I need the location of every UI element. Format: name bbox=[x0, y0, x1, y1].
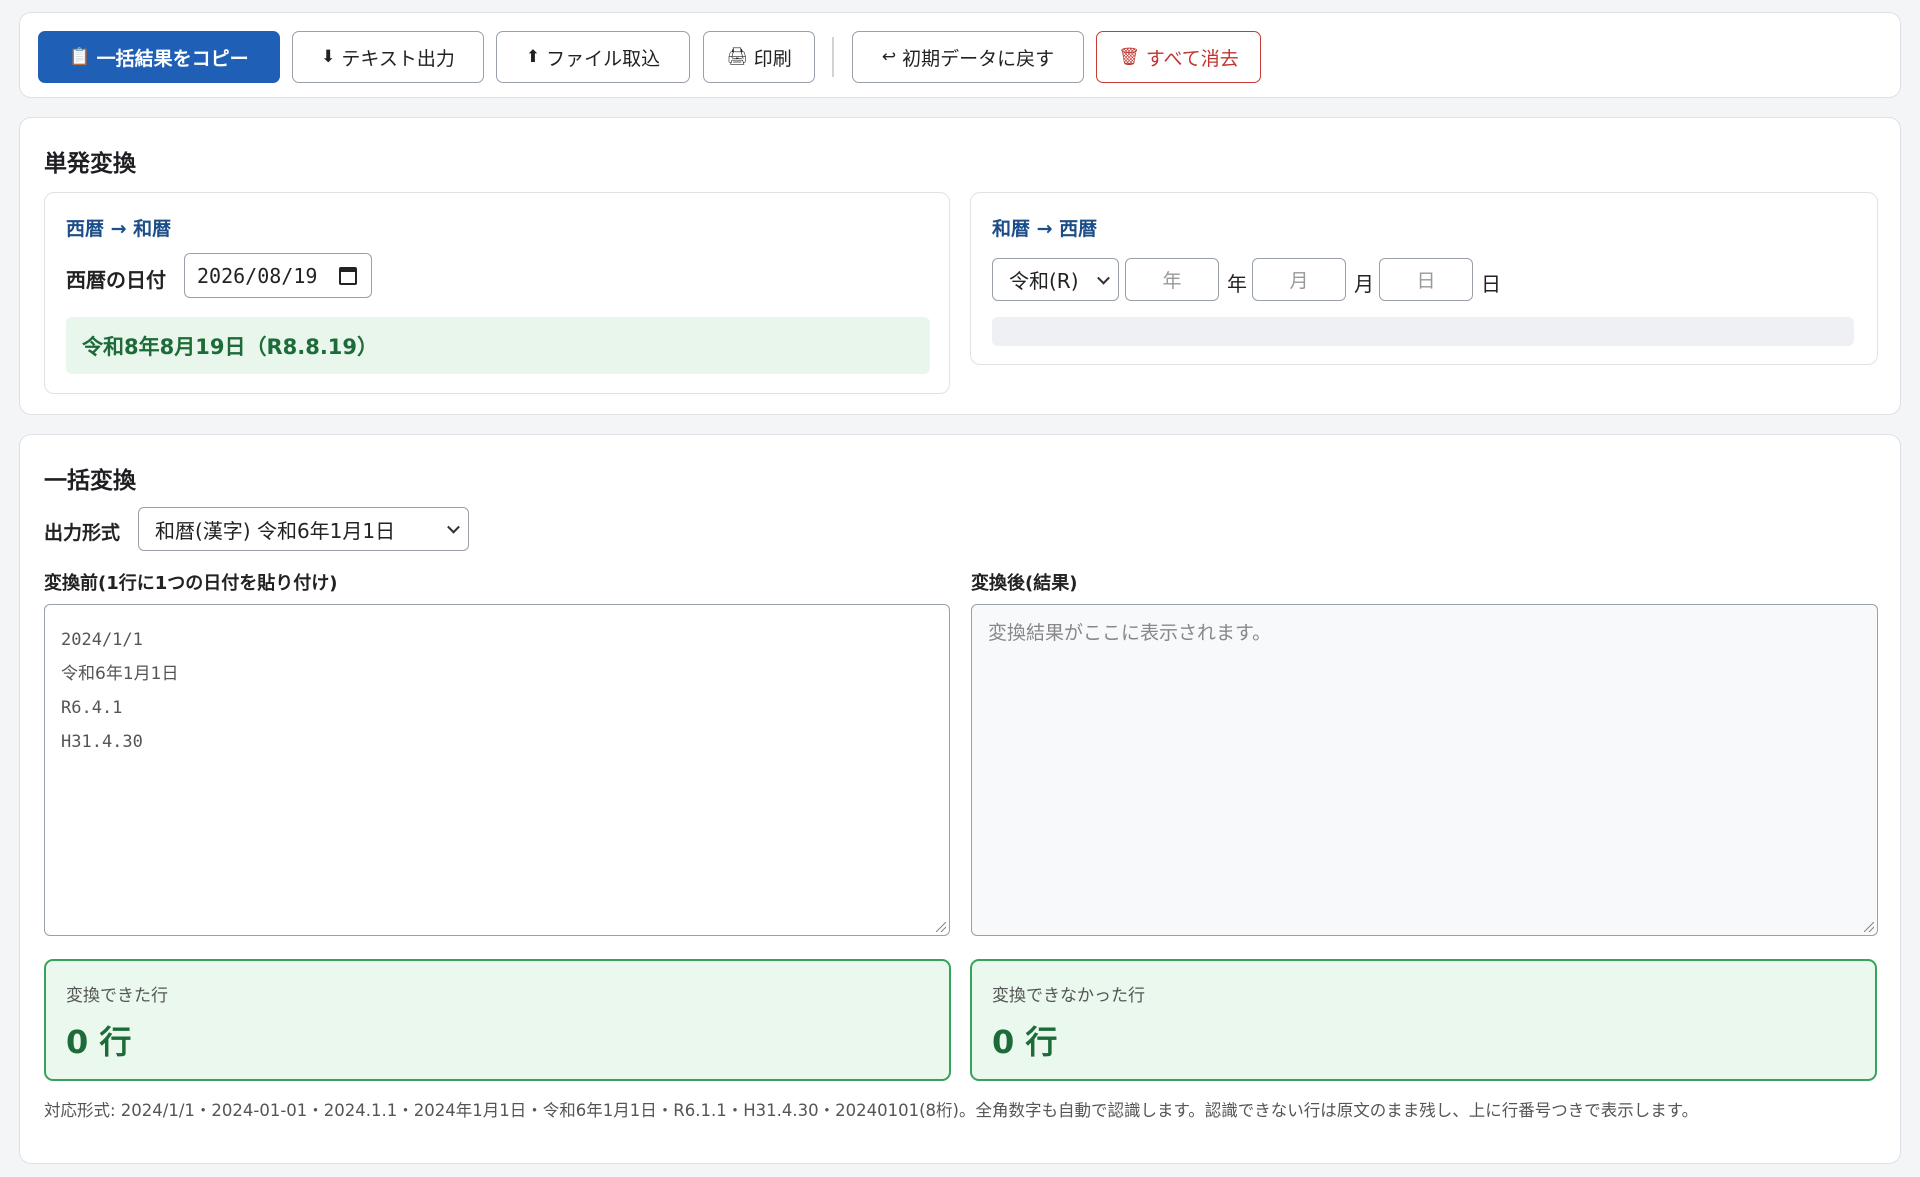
toolbar: 📋 一括結果をコピー ⬇ テキスト出力 ⬆ ファイル取込 🖨 印刷 ↩ 初期デー… bbox=[19, 12, 1901, 98]
year-unit: 年 bbox=[1227, 272, 1247, 296]
input-textarea[interactable]: 2024/1/1 令和6年1月1日 R6.4.1 H31.4.30 bbox=[44, 604, 950, 936]
text-export-label: テキスト出力 bbox=[341, 47, 455, 70]
wareki-to-seireki-title: 和暦 → 西暦 bbox=[992, 218, 1098, 240]
download-arrow-icon: ⬇ bbox=[321, 47, 336, 67]
converted-rows-stat: 変換できた行 0 行 bbox=[44, 959, 951, 1081]
print-button[interactable]: 🖨 印刷 bbox=[703, 31, 815, 83]
batch-conversion-title: 一括変換 bbox=[44, 468, 136, 494]
wareki-to-seireki-card: 和暦 → 西暦 令和(R) 年 年 月 月 日 日 bbox=[970, 192, 1878, 365]
file-import-button[interactable]: ⬆ ファイル取込 bbox=[496, 31, 690, 83]
batch-conversion-panel: 一括変換 出力形式 和暦(漢字) 令和6年1月1日 変換前(1行に1つの日付を貼… bbox=[19, 434, 1901, 1164]
day-unit: 日 bbox=[1481, 272, 1501, 296]
input-line: H31.4.30 bbox=[61, 732, 143, 752]
input-area-label: 変換前(1行に1つの日付を貼り付け) bbox=[44, 573, 338, 594]
clear-all-button[interactable]: 🗑 すべて消去 bbox=[1096, 31, 1261, 83]
single-conversion-panel: 単発変換 西暦 → 和暦 西暦の日付 2026/08/19 令和8年8月19日（… bbox=[19, 117, 1901, 415]
seireki-date-input[interactable]: 2026/08/19 bbox=[184, 253, 372, 298]
output-area-label: 変換後(結果) bbox=[971, 573, 1078, 594]
supported-formats-note: 対応形式: 2024/1/1・2024-01-01・2024.1.1・2024年… bbox=[44, 1101, 1699, 1120]
copy-all-results-button[interactable]: 📋 一括結果をコピー bbox=[38, 31, 280, 83]
failed-rows-count: 0 行 bbox=[992, 1023, 1058, 1061]
print-label: 印刷 bbox=[753, 47, 792, 70]
resize-handle[interactable] bbox=[936, 922, 946, 932]
copy-all-results-label: 一括結果をコピー bbox=[96, 47, 249, 70]
year-input[interactable]: 年 bbox=[1125, 258, 1219, 301]
clear-all-label: すべて消去 bbox=[1145, 47, 1239, 70]
trash-icon: 🗑 bbox=[1118, 47, 1140, 67]
chevron-down-icon bbox=[1097, 271, 1110, 285]
converted-rows-label: 変換できた行 bbox=[66, 986, 168, 1006]
seireki-to-wareki-title: 西暦 → 和暦 bbox=[66, 218, 172, 240]
input-line: R6.4.1 bbox=[61, 698, 123, 718]
toolbar-divider bbox=[832, 37, 834, 77]
input-line: 令和6年1月1日 bbox=[61, 664, 179, 684]
text-export-button[interactable]: ⬇ テキスト出力 bbox=[292, 31, 484, 83]
month-input[interactable]: 月 bbox=[1252, 258, 1346, 301]
input-line: 2024/1/1 bbox=[61, 630, 143, 650]
seireki-to-wareki-card: 西暦 → 和暦 西暦の日付 2026/08/19 令和8年8月19日（R8.8.… bbox=[44, 192, 950, 394]
seireki-date-label: 西暦の日付 bbox=[66, 268, 166, 292]
seireki-date-value: 2026/08/19 bbox=[197, 263, 318, 288]
reset-data-label: 初期データに戻す bbox=[902, 47, 1055, 70]
reset-data-button[interactable]: ↩ 初期データに戻す bbox=[852, 31, 1084, 83]
output-format-value: 和暦(漢字) 令和6年1月1日 bbox=[155, 518, 396, 543]
seireki-result bbox=[992, 317, 1854, 346]
upload-arrow-icon: ⬆ bbox=[525, 47, 541, 67]
output-textarea[interactable]: 変換結果がここに表示されます。 bbox=[971, 604, 1878, 936]
failed-rows-stat: 変換できなかった行 0 行 bbox=[970, 959, 1877, 1081]
resize-handle[interactable] bbox=[1864, 922, 1874, 932]
converted-rows-count: 0 行 bbox=[66, 1023, 132, 1061]
day-input[interactable]: 日 bbox=[1379, 258, 1473, 301]
month-unit: 月 bbox=[1354, 272, 1374, 296]
era-select[interactable]: 令和(R) bbox=[992, 258, 1119, 301]
failed-rows-label: 変換できなかった行 bbox=[992, 986, 1145, 1006]
output-format-label: 出力形式 bbox=[44, 522, 121, 544]
output-format-select[interactable]: 和暦(漢字) 令和6年1月1日 bbox=[138, 507, 469, 551]
return-arrow-icon: ↩ bbox=[881, 47, 897, 67]
era-select-value: 令和(R) bbox=[1009, 269, 1079, 293]
single-conversion-title: 単発変換 bbox=[44, 151, 136, 177]
file-import-label: ファイル取込 bbox=[546, 47, 661, 70]
printer-icon: 🖨 bbox=[726, 47, 748, 67]
wareki-result: 令和8年8月19日（R8.8.19） bbox=[66, 317, 930, 374]
clipboard-icon: 📋 bbox=[69, 47, 91, 67]
chevron-down-icon bbox=[447, 520, 460, 534]
calendar-icon[interactable] bbox=[339, 267, 357, 285]
output-placeholder: 変換結果がここに表示されます。 bbox=[988, 622, 1272, 644]
